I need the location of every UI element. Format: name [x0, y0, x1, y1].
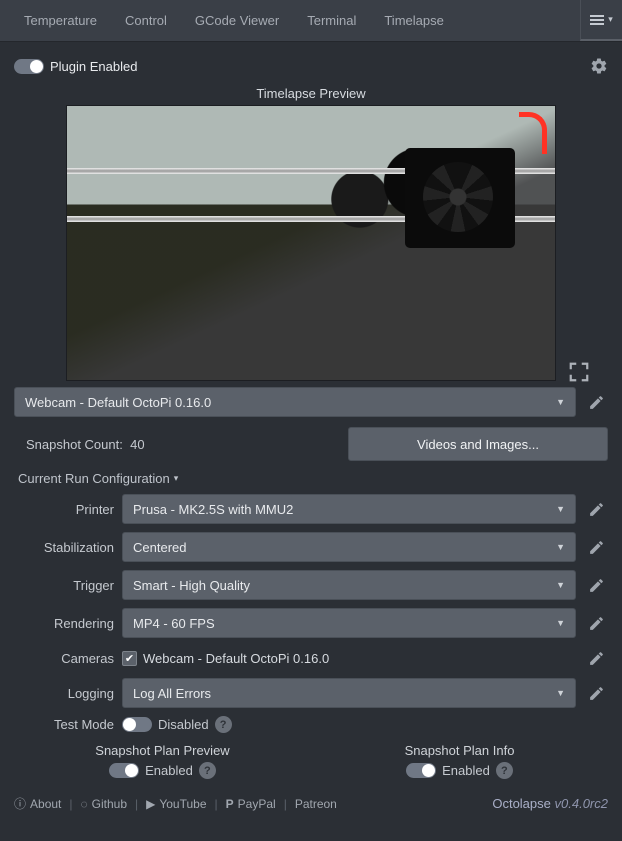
webcam-select-value: Webcam - Default OctoPi 0.16.0: [25, 395, 211, 410]
stabilization-label: Stabilization: [14, 540, 114, 555]
caret-down-icon: ▼: [556, 542, 565, 552]
about-link[interactable]: ⓘ About: [14, 795, 61, 812]
hamburger-icon: [590, 13, 604, 27]
overflow-menu-button[interactable]: ▾: [580, 0, 622, 41]
tab-temperature[interactable]: Temperature: [10, 0, 111, 41]
cameras-checkbox[interactable]: ✔: [122, 651, 137, 666]
brand: Octolapse v0.4.0rc2: [492, 796, 608, 811]
snapshot-count: Snapshot Count: 40: [14, 437, 338, 452]
edit-webcam-button[interactable]: [584, 390, 608, 414]
snapshot-count-label: Snapshot Count:: [26, 437, 123, 452]
logging-select[interactable]: Log All Errors ▼: [122, 678, 576, 708]
plugin-panel: Plugin Enabled Timelapse Preview Webcam …: [0, 42, 622, 785]
paypal-icon: P: [226, 797, 234, 811]
tabs: Temperature Control GCode Viewer Termina…: [0, 0, 580, 41]
trigger-select-value: Smart - High Quality: [133, 578, 250, 593]
webcam-select[interactable]: Webcam - Default OctoPi 0.16.0 ▼: [14, 387, 576, 417]
caret-down-icon: ▼: [556, 580, 565, 590]
cameras-value: Webcam - Default OctoPi 0.16.0: [143, 651, 329, 666]
edit-cameras-button[interactable]: [584, 646, 608, 670]
help-icon[interactable]: ?: [215, 716, 232, 733]
youtube-link[interactable]: ▶ YouTube: [146, 797, 206, 811]
snapshot-count-value: 40: [130, 437, 144, 452]
trigger-label: Trigger: [14, 578, 114, 593]
printer-select[interactable]: Prusa - MK2.5S with MMU2 ▼: [122, 494, 576, 524]
snapshot-plan-preview-state: Enabled: [145, 763, 193, 778]
trigger-select[interactable]: Smart - High Quality ▼: [122, 570, 576, 600]
tab-control[interactable]: Control: [111, 0, 181, 41]
snapshot-plan-info-title: Snapshot Plan Info: [340, 743, 580, 758]
printer-label: Printer: [14, 502, 114, 517]
preview-title: Timelapse Preview: [66, 84, 556, 105]
tab-terminal[interactable]: Terminal: [293, 0, 370, 41]
github-link[interactable]: ◌ Github: [81, 797, 128, 811]
caret-down-icon: ▼: [556, 618, 565, 628]
youtube-label: YouTube: [159, 797, 206, 811]
logging-label: Logging: [14, 686, 114, 701]
tab-gcode-viewer[interactable]: GCode Viewer: [181, 0, 293, 41]
version: v0.4.0rc2: [555, 796, 608, 811]
caret-down-icon: ▼: [556, 504, 565, 514]
edit-printer-button[interactable]: [584, 497, 608, 521]
tab-bar: Temperature Control GCode Viewer Termina…: [0, 0, 622, 42]
run-config-title: Current Run Configuration: [18, 471, 170, 486]
edit-stabilization-button[interactable]: [584, 535, 608, 559]
videos-images-button[interactable]: Videos and Images...: [348, 427, 608, 461]
patreon-link[interactable]: Patreon: [295, 797, 337, 811]
cameras-label: Cameras: [14, 651, 114, 666]
patreon-label: Patreon: [295, 797, 337, 811]
expand-icon[interactable]: [568, 361, 592, 383]
stabilization-select-value: Centered: [133, 540, 186, 555]
plugin-enabled-label: Plugin Enabled: [50, 59, 137, 74]
edit-rendering-button[interactable]: [584, 611, 608, 635]
snapshot-plan-preview-toggle[interactable]: [109, 763, 139, 778]
gear-icon[interactable]: [590, 57, 608, 75]
paypal-label: PayPal: [238, 797, 276, 811]
snapshot-plan-info-state: Enabled: [442, 763, 490, 778]
help-icon[interactable]: ?: [496, 762, 513, 779]
stabilization-select[interactable]: Centered ▼: [122, 532, 576, 562]
snapshot-plan-preview-section: Snapshot Plan Preview Enabled ?: [43, 743, 283, 779]
paypal-link[interactable]: P PayPal: [226, 797, 276, 811]
info-icon: ⓘ: [14, 795, 26, 812]
rendering-select-value: MP4 - 60 FPS: [133, 616, 215, 631]
tab-timelapse[interactable]: Timelapse: [370, 0, 457, 41]
test-mode-label: Test Mode: [14, 717, 114, 732]
footer: ⓘAbout | ◌Github | ▶YouTube | PPayPal | …: [0, 785, 622, 822]
snapshot-plan-preview-title: Snapshot Plan Preview: [43, 743, 283, 758]
caret-down-icon: ▼: [556, 397, 565, 407]
about-label: About: [30, 797, 61, 811]
github-label: Github: [92, 797, 127, 811]
caret-down-icon: ▾: [174, 473, 179, 484]
help-icon[interactable]: ?: [199, 762, 216, 779]
snapshot-plan-info-toggle[interactable]: [406, 763, 436, 778]
rendering-label: Rendering: [14, 616, 114, 631]
edit-trigger-button[interactable]: [584, 573, 608, 597]
plugin-enabled-toggle[interactable]: [14, 59, 44, 74]
webcam-preview: [66, 105, 556, 381]
logging-select-value: Log All Errors: [133, 686, 211, 701]
caret-down-icon: ▾: [608, 14, 613, 25]
config-form: Printer Prusa - MK2.5S with MMU2 ▼ Stabi…: [14, 494, 608, 779]
printer-select-value: Prusa - MK2.5S with MMU2: [133, 502, 293, 517]
rendering-select[interactable]: MP4 - 60 FPS ▼: [122, 608, 576, 638]
snapshot-plan-info-section: Snapshot Plan Info Enabled ?: [340, 743, 580, 779]
plugin-enabled-row: Plugin Enabled: [14, 59, 137, 74]
edit-logging-button[interactable]: [584, 681, 608, 705]
preview-section: Timelapse Preview: [66, 84, 556, 381]
brand-name: Octolapse: [492, 796, 551, 811]
caret-down-icon: ▼: [556, 688, 565, 698]
youtube-icon: ▶: [146, 797, 155, 811]
run-config-header[interactable]: Current Run Configuration ▾: [14, 471, 608, 486]
github-icon: ◌: [81, 797, 88, 811]
test-mode-toggle[interactable]: [122, 717, 152, 732]
test-mode-value: Disabled: [158, 717, 209, 732]
